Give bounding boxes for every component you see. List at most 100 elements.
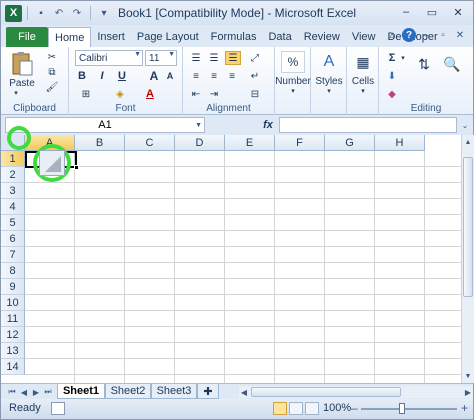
last-sheet-icon[interactable]: ⏭: [43, 386, 53, 398]
scroll-thumb[interactable]: [463, 157, 473, 297]
styles-button[interactable]: Styles: [311, 75, 347, 87]
zoom-level[interactable]: 100%: [323, 402, 351, 414]
chevron-down-icon[interactable]: ▾: [358, 87, 368, 95]
row-header[interactable]: 13: [1, 343, 25, 359]
tab-data[interactable]: Data: [262, 27, 297, 47]
chevron-down-icon[interactable]: ▾: [288, 87, 298, 95]
record-macro-icon[interactable]: [51, 402, 65, 415]
fill-color-icon[interactable]: ◈: [109, 87, 131, 101]
tab-formulas[interactable]: Formulas: [205, 27, 263, 47]
minimize-button[interactable]: –: [395, 3, 417, 21]
undo-icon[interactable]: ↶: [51, 5, 67, 21]
column-header[interactable]: B: [75, 135, 125, 151]
decrease-indent-icon[interactable]: ⇤: [189, 87, 203, 101]
align-center-icon[interactable]: ≡: [207, 69, 221, 83]
hscroll-thumb[interactable]: [251, 387, 401, 397]
close-button[interactable]: ✕: [447, 3, 469, 21]
sheet-tab-sheet2[interactable]: Sheet2: [105, 384, 151, 399]
customize-toolbar-icon[interactable]: ▾: [96, 5, 112, 21]
font-color-button[interactable]: A: [139, 87, 161, 101]
formula-input[interactable]: [279, 117, 457, 133]
increase-indent-icon[interactable]: ⇥: [207, 87, 221, 101]
normal-view-icon[interactable]: [273, 402, 287, 415]
page-break-view-icon[interactable]: [305, 402, 319, 415]
cut-icon[interactable]: ✂: [45, 51, 59, 63]
tab-review[interactable]: Review: [298, 27, 346, 47]
row-header[interactable]: 11: [1, 311, 25, 327]
grow-font-button[interactable]: A: [147, 69, 161, 83]
maximize-button[interactable]: ▭: [421, 3, 443, 21]
row-header[interactable]: 10: [1, 295, 25, 311]
row-header[interactable]: 7: [1, 247, 25, 263]
column-header[interactable]: H: [375, 135, 425, 151]
column-header[interactable]: D: [175, 135, 225, 151]
align-top-icon[interactable]: ☰: [189, 51, 203, 65]
minimize-ribbon-icon[interactable]: ▵: [385, 28, 399, 42]
sheet-tab-sheet3[interactable]: Sheet3: [151, 384, 197, 399]
sheet-tab-sheet1[interactable]: Sheet1: [57, 384, 105, 399]
scroll-right-icon[interactable]: ▶: [463, 386, 473, 398]
wrap-text-icon[interactable]: ↵: [247, 69, 263, 83]
insert-sheet-icon[interactable]: ✚: [197, 384, 219, 399]
underline-button[interactable]: U: [115, 69, 129, 83]
tab-file[interactable]: File: [6, 27, 48, 47]
redo-icon[interactable]: ↷: [69, 5, 85, 21]
tab-page-layout[interactable]: Page Layout: [131, 27, 205, 47]
zoom-out-button[interactable]: –: [351, 401, 358, 415]
copy-icon[interactable]: ⧉: [45, 66, 59, 78]
zoom-slider-thumb[interactable]: [399, 403, 405, 414]
row-header[interactable]: 14: [1, 359, 25, 375]
workbook-close-icon[interactable]: ✕: [453, 28, 467, 42]
paste-icon[interactable]: [7, 51, 37, 77]
row-header[interactable]: 2: [1, 167, 25, 183]
align-right-icon[interactable]: ≡: [225, 69, 239, 83]
excel-logo-icon[interactable]: X: [5, 4, 22, 22]
bold-button[interactable]: B: [75, 69, 89, 83]
chevron-down-icon[interactable]: ▾: [399, 51, 407, 65]
column-header[interactable]: G: [325, 135, 375, 151]
prev-sheet-icon[interactable]: ◀: [19, 386, 29, 398]
workbook-minimize-icon[interactable]: –: [419, 28, 433, 42]
align-bottom-icon[interactable]: ☰: [225, 51, 241, 65]
clear-icon[interactable]: ◆: [385, 87, 399, 101]
first-sheet-icon[interactable]: ⏮: [7, 386, 17, 398]
spreadsheet-grid[interactable]: A B C D E F G H 1 2 3 4 5 6 7 8 9 10 11 12 13 14: [1, 135, 461, 383]
scroll-down-icon[interactable]: ▼: [462, 369, 474, 383]
tab-insert[interactable]: Insert: [91, 27, 131, 47]
number-button[interactable]: Number: [275, 75, 311, 87]
tab-home[interactable]: Home: [48, 27, 92, 47]
find-select-icon[interactable]: 🔍: [441, 53, 463, 75]
row-header[interactable]: 12: [1, 327, 25, 343]
help-icon[interactable]: ?: [402, 28, 416, 42]
scroll-left-icon[interactable]: ◀: [239, 386, 249, 398]
name-box[interactable]: A1 ▼: [5, 117, 205, 133]
column-header[interactable]: F: [275, 135, 325, 151]
font-name-combo[interactable]: Calibri ▼: [75, 50, 143, 66]
row-header[interactable]: 5: [1, 215, 25, 231]
scroll-up-icon[interactable]: ▲: [462, 135, 474, 149]
row-header[interactable]: 6: [1, 231, 25, 247]
fill-handle[interactable]: [74, 165, 79, 170]
expand-formula-bar-icon[interactable]: ⌄: [459, 118, 471, 132]
horizontal-scrollbar[interactable]: ◀ ▶: [239, 386, 473, 398]
zoom-in-button[interactable]: +: [461, 401, 468, 415]
italic-button[interactable]: I: [95, 69, 109, 83]
paste-dropdown-icon[interactable]: ▾: [11, 89, 21, 97]
chevron-down-icon[interactable]: ▾: [324, 87, 334, 95]
insert-function-button[interactable]: fx: [259, 117, 277, 133]
row-header[interactable]: 8: [1, 263, 25, 279]
align-middle-icon[interactable]: ☰: [207, 51, 221, 65]
row-header[interactable]: 4: [1, 199, 25, 215]
percent-icon[interactable]: %: [281, 51, 305, 73]
column-header[interactable]: E: [225, 135, 275, 151]
cells-button[interactable]: Cells: [347, 75, 379, 87]
row-header[interactable]: 1: [1, 151, 25, 167]
column-header[interactable]: C: [125, 135, 175, 151]
borders-icon[interactable]: ⊞: [75, 87, 97, 101]
row-header[interactable]: 9: [1, 279, 25, 295]
tab-view[interactable]: View: [346, 27, 382, 47]
vertical-scrollbar[interactable]: ▲ ▼: [461, 135, 474, 383]
save-icon[interactable]: ▪: [33, 5, 49, 21]
workbook-restore-icon[interactable]: ▫: [436, 28, 450, 42]
merge-center-icon[interactable]: ⊟: [247, 87, 263, 101]
